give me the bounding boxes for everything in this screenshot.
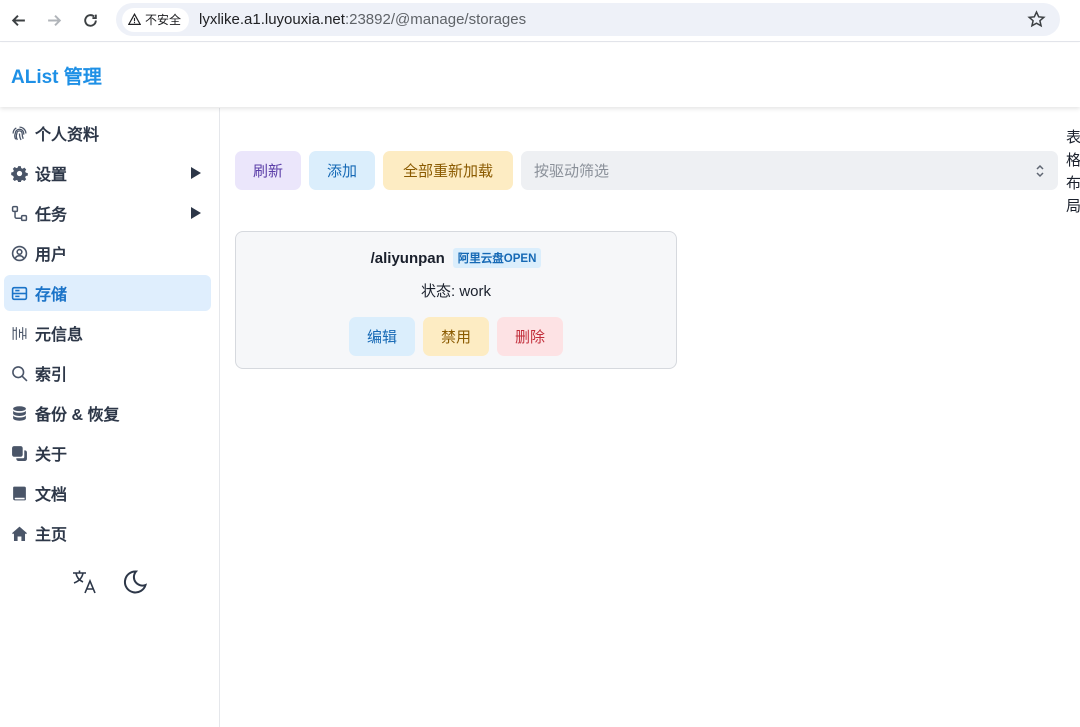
url-path: :23892/@manage/storages bbox=[344, 11, 527, 28]
back-button[interactable] bbox=[0, 3, 36, 39]
sidebar-item-label: 备份 & 恢复 bbox=[35, 407, 120, 424]
arrow-left-icon bbox=[11, 15, 25, 26]
sidebar-item-indexes[interactable]: 索引 bbox=[4, 355, 211, 391]
layout-toggle[interactable]: 表格布局 bbox=[1066, 126, 1080, 218]
sidebar: 个人资料 设置 任务 用户 存储 元信息 索引 备份 & 恢复 关于 文档 主页 bbox=[0, 108, 220, 727]
chevron-updown-icon bbox=[1036, 164, 1044, 178]
driver-filter-placeholder: 按驱动筛选 bbox=[534, 163, 610, 180]
storage-title-row: /aliyunpan 阿里云盘OPEN bbox=[236, 248, 676, 268]
sidebar-item-users[interactable]: 用户 bbox=[4, 235, 211, 271]
sidebar-item-label: 用户 bbox=[35, 247, 68, 264]
storage-actions: 编辑 禁用 删除 bbox=[349, 317, 563, 356]
sidebar-item-backup-restore[interactable]: 备份 & 恢复 bbox=[4, 395, 211, 431]
url-host: lyxlike.a1.luyouxia.net bbox=[199, 11, 345, 28]
moon-icon[interactable] bbox=[121, 568, 149, 596]
sidebar-item-label: 存储 bbox=[35, 287, 68, 304]
reload-icon bbox=[83, 14, 97, 27]
security-chip[interactable]: 不安全 bbox=[122, 7, 190, 32]
bookmark-star-icon[interactable] bbox=[1027, 10, 1046, 29]
delete-button[interactable]: 删除 bbox=[497, 317, 563, 356]
sidebar-item-settings[interactable]: 设置 bbox=[4, 155, 211, 191]
sidebar-item-label: 任务 bbox=[35, 207, 68, 224]
database-icon bbox=[10, 404, 28, 422]
storage-card: /aliyunpan 阿里云盘OPEN 状态: work 编辑 禁用 删除 bbox=[235, 231, 677, 369]
storage-status: 状态: work bbox=[420, 283, 491, 300]
storage-icon bbox=[10, 284, 28, 302]
expand-arrow-icon bbox=[191, 207, 201, 219]
url-text[interactable]: lyxlike.a1.luyouxia.net:23892/@manage/st… bbox=[199, 11, 526, 28]
sidebar-item-label: 关于 bbox=[35, 447, 68, 464]
sidebar-item-home[interactable]: 主页 bbox=[4, 515, 211, 551]
metadata-icon bbox=[10, 324, 28, 342]
refresh-button[interactable]: 刷新 bbox=[235, 151, 301, 190]
sidebar-item-about[interactable]: 关于 bbox=[4, 435, 211, 471]
warning-icon bbox=[128, 13, 141, 25]
sidebar-item-tasks[interactable]: 任务 bbox=[4, 195, 211, 231]
forward-button[interactable] bbox=[36, 3, 72, 39]
driver-filter-select[interactable]: 按驱动筛选 bbox=[521, 151, 1058, 190]
sidebar-item-storages[interactable]: 存储 bbox=[4, 275, 211, 311]
edit-button[interactable]: 编辑 bbox=[349, 317, 415, 356]
gear-icon bbox=[10, 164, 28, 182]
sidebar-item-label: 文档 bbox=[35, 487, 68, 504]
disable-button[interactable]: 禁用 bbox=[423, 317, 489, 356]
sidebar-item-label: 索引 bbox=[35, 367, 68, 384]
security-label: 不安全 bbox=[145, 13, 182, 27]
sidebar-item-label: 元信息 bbox=[35, 327, 84, 344]
home-icon bbox=[10, 524, 28, 542]
workflow-icon bbox=[10, 204, 28, 222]
search-icon bbox=[10, 364, 28, 382]
fingerprint-icon bbox=[10, 124, 28, 142]
sidebar-tools bbox=[0, 568, 220, 596]
translate-icon[interactable] bbox=[71, 568, 99, 596]
reload-button[interactable] bbox=[72, 3, 108, 39]
expand-arrow-icon bbox=[191, 167, 201, 179]
sidebar-item-label: 个人资料 bbox=[35, 127, 100, 144]
user-circle-icon bbox=[10, 244, 28, 262]
driver-badge: 阿里云盘OPEN bbox=[452, 248, 542, 268]
app-title[interactable]: AList 管理 bbox=[11, 62, 102, 89]
sidebar-item-docs[interactable]: 文档 bbox=[4, 475, 211, 511]
mount-path: /aliyunpan bbox=[370, 249, 445, 267]
sidebar-item-metas[interactable]: 元信息 bbox=[4, 315, 211, 351]
sidebar-item-label: 设置 bbox=[35, 167, 68, 184]
book-icon bbox=[10, 484, 28, 502]
arrow-right-icon bbox=[47, 15, 61, 26]
sidebar-item-profile[interactable]: 个人资料 bbox=[4, 115, 211, 151]
reload-all-button[interactable]: 全部重新加载 bbox=[383, 151, 513, 190]
copy-icon bbox=[10, 444, 28, 462]
sidebar-item-label: 主页 bbox=[35, 527, 68, 544]
browser-toolbar: 不安全 lyxlike.a1.luyouxia.net:23892/@manag… bbox=[0, 0, 1080, 42]
address-bar[interactable]: 不安全 lyxlike.a1.luyouxia.net:23892/@manag… bbox=[116, 3, 1060, 36]
add-button[interactable]: 添加 bbox=[309, 151, 375, 190]
app-header: AList 管理 bbox=[0, 43, 1080, 107]
